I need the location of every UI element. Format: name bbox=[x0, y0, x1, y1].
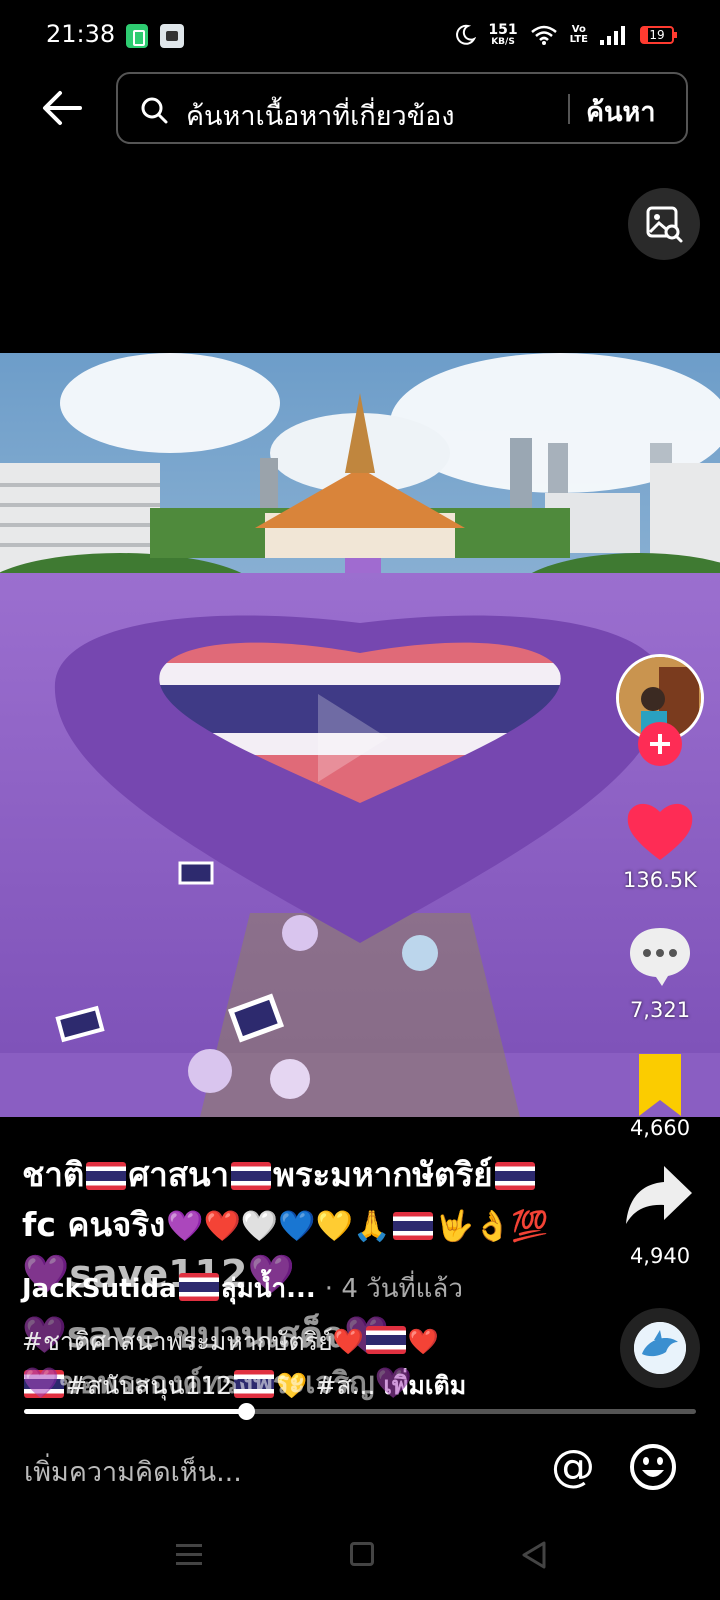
thai-flag-icon bbox=[365, 1326, 406, 1354]
comment-input[interactable]: เพิ่มความคิดเห็น... bbox=[24, 1450, 242, 1493]
smiley-icon[interactable] bbox=[628, 1442, 678, 1492]
overlay-text-blessing: 💜ขอพระองค์ทรงพระเจริญ💜 bbox=[22, 1366, 413, 1401]
heart-icon[interactable] bbox=[622, 796, 698, 866]
volte-indicator: Vo LTE bbox=[570, 25, 588, 45]
thai-flag-icon bbox=[494, 1162, 535, 1190]
share-count: 4,940 bbox=[629, 1244, 691, 1268]
search-divider bbox=[568, 94, 570, 124]
author-line[interactable]: JackSutida ลุ่มน้ำ... · 4 วันที่แล้ว bbox=[22, 1268, 463, 1309]
search-input[interactable]: ค้นหาเนื้อหาที่เกี่ยวข้อง bbox=[186, 94, 455, 137]
hashtag-text-1[interactable]: #ชาติศาสนาพระมหากษัตริย์❤️ bbox=[22, 1327, 364, 1356]
status-right-group: 151 KB/S Vo LTE 19 bbox=[454, 20, 677, 50]
caption-part-monarchy: พระมหากษัตริย์ bbox=[273, 1155, 493, 1194]
mention-button[interactable]: @ bbox=[548, 1442, 598, 1492]
caption[interactable]: ชาติ ศาสนา พระมหากษัตริย์ fc คนจริง💜❤️🤍💙💛🙏… bbox=[22, 1150, 612, 1252]
video-progress-bar[interactable] bbox=[24, 1403, 696, 1420]
author-suffix: ลุ่มน้ำ... bbox=[220, 1274, 316, 1304]
author-name[interactable]: JackSutida bbox=[22, 1274, 177, 1304]
heart-emoji: ❤️ bbox=[407, 1327, 440, 1356]
back-triangle-icon[interactable] bbox=[520, 1540, 548, 1570]
caption-line-1: ชาติ ศาสนา พระมหากษัตริย์ bbox=[22, 1150, 612, 1200]
system-nav-bar bbox=[0, 1520, 720, 1600]
share-icon[interactable] bbox=[622, 1160, 698, 1230]
caption-emojis-tail: 🤟👌💯 bbox=[436, 1209, 549, 1244]
moon-icon bbox=[456, 24, 477, 45]
image-search-icon bbox=[646, 206, 683, 243]
music-disc[interactable] bbox=[620, 1308, 700, 1388]
screenshot-icon bbox=[160, 24, 184, 48]
search-button[interactable]: ค้นหา bbox=[586, 90, 655, 133]
hashtags-line-1: #ชาติศาสนาพระมหากษัตริย์❤️ ❤️ bbox=[22, 1320, 466, 1364]
home-icon[interactable] bbox=[350, 1542, 374, 1566]
caption-line-2: fc คนจริง💜❤️🤍💙💛🙏 🤟👌💯 bbox=[22, 1200, 612, 1252]
video-progress-fill bbox=[24, 1409, 246, 1414]
status-bar: 21:38 151 KB/S Vo LTE 19 bbox=[0, 0, 720, 70]
thai-flag-icon bbox=[393, 1212, 434, 1240]
caption-fc-text: fc คนจริง bbox=[22, 1205, 166, 1244]
image-search-button[interactable] bbox=[628, 188, 700, 260]
follow-button[interactable] bbox=[638, 722, 682, 766]
thai-flag-icon bbox=[231, 1162, 272, 1190]
arrow-left-icon[interactable] bbox=[40, 86, 84, 130]
wifi-icon bbox=[530, 25, 557, 45]
thai-flag-icon bbox=[178, 1273, 219, 1301]
comment-count: 7,321 bbox=[629, 998, 691, 1022]
net-speed: 151 KB/S bbox=[488, 23, 517, 47]
net-speed-unit: KB/S bbox=[491, 37, 515, 47]
post-time: · 4 วันที่แล้ว bbox=[324, 1274, 463, 1304]
video-progress-knob[interactable] bbox=[237, 1403, 255, 1420]
save-count: 4,660 bbox=[629, 1116, 691, 1140]
comment-bar: เพิ่มความคิดเห็น... @ bbox=[0, 1420, 720, 1520]
signal-icon bbox=[600, 26, 625, 45]
play-icon bbox=[318, 694, 388, 782]
like-count: 136.5K bbox=[623, 868, 697, 892]
music-disc-art bbox=[634, 1322, 686, 1374]
status-time: 21:38 bbox=[46, 20, 116, 48]
caption-emojis: 💜❤️🤍💙💛🙏 bbox=[166, 1209, 391, 1244]
search-icon bbox=[141, 97, 168, 124]
net-speed-value: 151 bbox=[488, 22, 518, 38]
dolphin-icon bbox=[634, 1322, 686, 1374]
menu-icon[interactable] bbox=[176, 1544, 202, 1566]
thai-flag-icon bbox=[86, 1162, 127, 1190]
caption-part-religion: ศาสนา bbox=[128, 1155, 230, 1194]
comment-icon[interactable] bbox=[622, 920, 698, 990]
caption-part-nation: ชาติ bbox=[22, 1155, 85, 1194]
battery-indicator: 19 bbox=[640, 26, 677, 44]
bookmark-icon[interactable] bbox=[622, 1050, 698, 1120]
search-bar[interactable]: ค้นหาเนื้อหาที่เกี่ยวข้อง ค้นหา bbox=[116, 72, 688, 144]
volte-bottom: LTE bbox=[569, 34, 588, 45]
battery-saver-icon bbox=[126, 24, 148, 48]
